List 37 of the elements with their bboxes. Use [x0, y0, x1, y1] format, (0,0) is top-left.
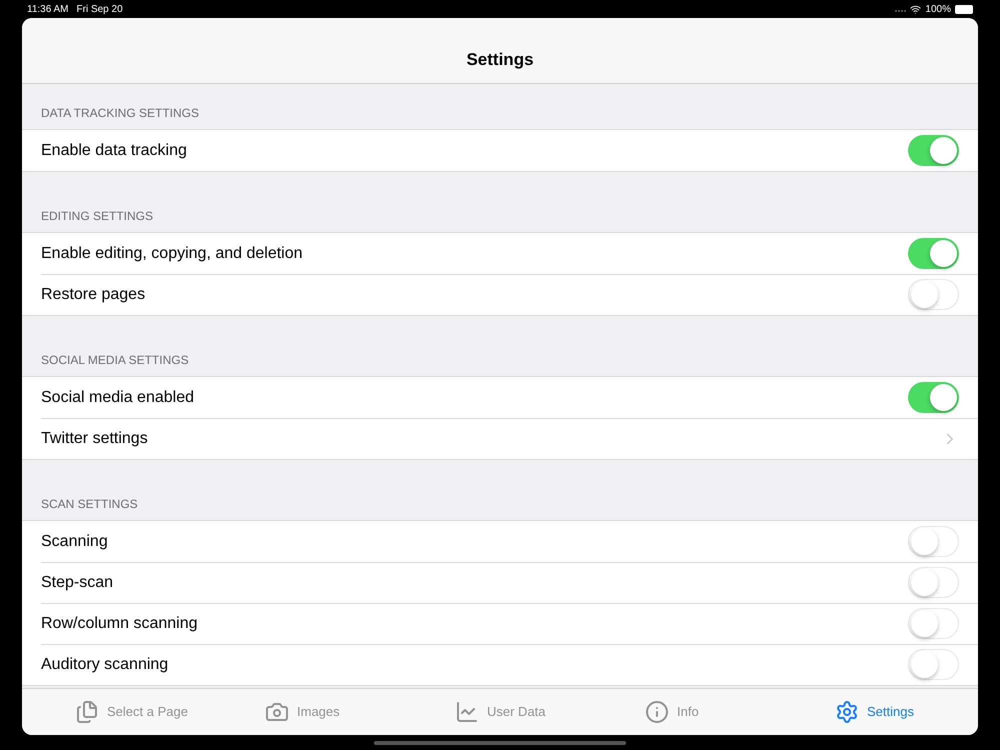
info-icon	[645, 700, 669, 724]
toggle-switch[interactable]	[908, 279, 959, 310]
toggle-switch[interactable]	[908, 567, 959, 598]
tab[interactable]: Info	[645, 700, 775, 724]
setting-label: Restore pages	[41, 284, 146, 304]
toggle-switch[interactable]	[908, 382, 959, 413]
toggle-switch[interactable]	[908, 526, 959, 557]
section-header: SOCIAL MEDIA SETTINGS	[41, 352, 189, 369]
setting-label: Social media enabled	[41, 388, 195, 408]
chart-icon	[455, 700, 479, 724]
section-header: EDITING SETTINGS	[41, 208, 154, 225]
setting-label: Twitter settings	[41, 428, 149, 448]
setting-label: Enable data tracking	[41, 140, 188, 160]
status-time: 11:36 AM	[27, 2, 69, 16]
setting-label: Auditory scanning	[41, 654, 170, 674]
toggle-switch[interactable]	[908, 135, 959, 166]
pages-icon	[75, 700, 99, 724]
section-header: SCAN SETTINGS	[41, 496, 138, 513]
tab[interactable]: Select a Page	[75, 700, 205, 724]
toggle-switch[interactable]	[908, 238, 959, 269]
page-title: Settings	[466, 48, 534, 71]
setting-label: Scanning	[41, 532, 109, 552]
toggle-switch[interactable]	[908, 608, 959, 639]
tab[interactable]: User Data	[455, 700, 585, 724]
battery-icon	[955, 4, 973, 14]
battery-percent: 100%	[925, 2, 951, 16]
wifi-icon	[910, 4, 922, 14]
setting-label: Enable editing, copying, and deletion	[41, 244, 304, 264]
camera-icon	[265, 700, 289, 724]
toggle-switch[interactable]	[908, 649, 959, 680]
section-header: DATA TRACKING SETTINGS	[41, 105, 200, 122]
settings-icon	[835, 700, 859, 724]
setting-label: Row/column scanning	[41, 614, 199, 634]
setting-label: Step-scan	[41, 572, 114, 592]
status-date: Fri Sep 20	[76, 2, 123, 16]
tab[interactable]: Images	[265, 700, 395, 724]
tab[interactable]: Settings	[835, 700, 965, 724]
